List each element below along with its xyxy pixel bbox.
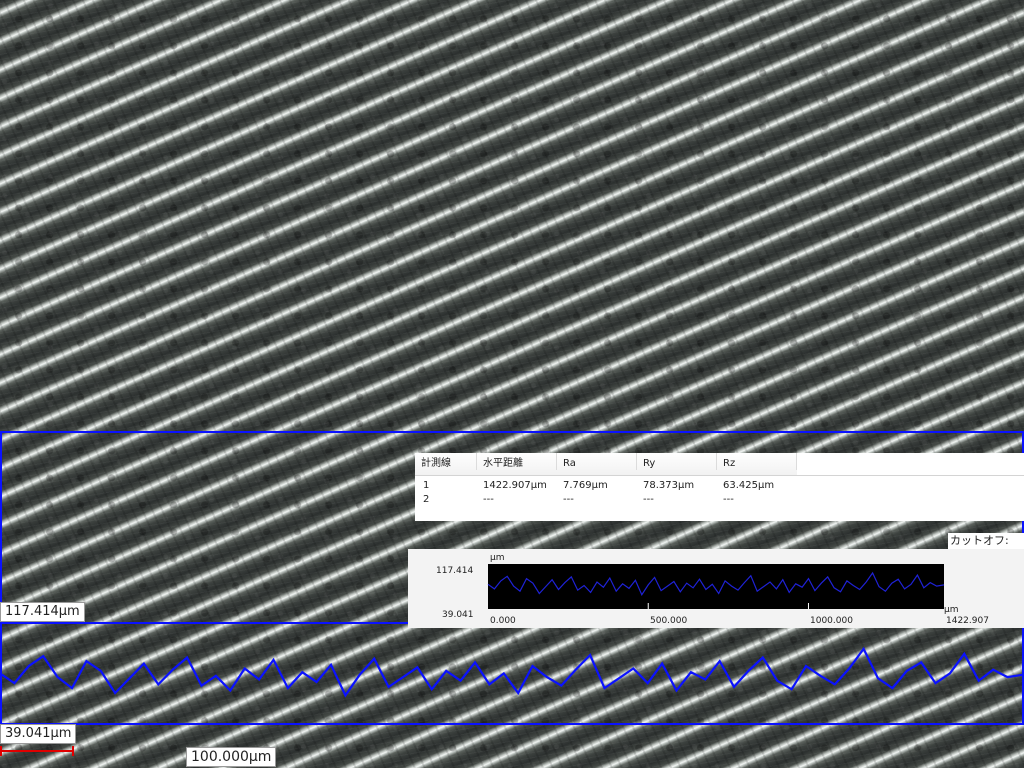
x-tick-label-end: 1422.907 bbox=[946, 616, 989, 626]
overlay-profile-trace bbox=[0, 646, 1024, 698]
scale-bar bbox=[0, 746, 74, 756]
roughness-results-table: 計測線 水平距離 Ra Ry Rz 1 1422.907µm 7.769µm 7… bbox=[415, 453, 1024, 521]
y-min-tick-label: 39.041 bbox=[442, 610, 474, 620]
overlay-profile-line bbox=[0, 646, 1024, 698]
profile-chart: µm 117.414 39.041 0.000 500.000 1000.000… bbox=[436, 553, 989, 626]
x-unit-label: µm bbox=[944, 605, 959, 615]
row1-distance[interactable]: 1422.907µm bbox=[477, 479, 547, 493]
header-measure-line[interactable]: 計測線 bbox=[415, 453, 477, 470]
y-max-tick-label: 117.414 bbox=[436, 566, 473, 576]
row1-line[interactable]: 1 bbox=[417, 479, 429, 493]
header-horizontal-distance[interactable]: 水平距離 bbox=[477, 453, 557, 470]
row1-ry[interactable]: 78.373µm bbox=[637, 479, 694, 493]
scale-bar-label: 100.000µm bbox=[186, 747, 277, 767]
results-header-row: 計測線 水平距離 Ra Ry Rz bbox=[415, 453, 797, 476]
profile-min-label: 39.041µm bbox=[0, 724, 77, 744]
header-rz[interactable]: Rz bbox=[717, 453, 797, 470]
header-ry[interactable]: Ry bbox=[637, 453, 717, 470]
row1-rz[interactable]: 63.425µm bbox=[717, 479, 774, 493]
header-ra[interactable]: Ra bbox=[557, 453, 637, 470]
row2-ry[interactable]: --- bbox=[637, 493, 654, 507]
x-tick-label-500: 500.000 bbox=[650, 616, 687, 626]
row2-line[interactable]: 2 bbox=[417, 493, 429, 507]
x-tick-label-1000: 1000.000 bbox=[810, 616, 853, 626]
y-unit-label: µm bbox=[490, 553, 505, 563]
row2-ra[interactable]: --- bbox=[557, 493, 574, 507]
row1-ra[interactable]: 7.769µm bbox=[557, 479, 608, 493]
profile-chart-panel: µm 117.414 39.041 0.000 500.000 1000.000… bbox=[408, 549, 1024, 628]
results-header-filler bbox=[797, 453, 1024, 476]
profile-max-label: 117.414µm bbox=[0, 602, 85, 622]
x-tick-label-0: 0.000 bbox=[490, 616, 516, 626]
row2-distance[interactable]: --- bbox=[477, 493, 494, 507]
profile-baseline-left bbox=[0, 622, 408, 624]
row2-rz[interactable]: --- bbox=[717, 493, 734, 507]
